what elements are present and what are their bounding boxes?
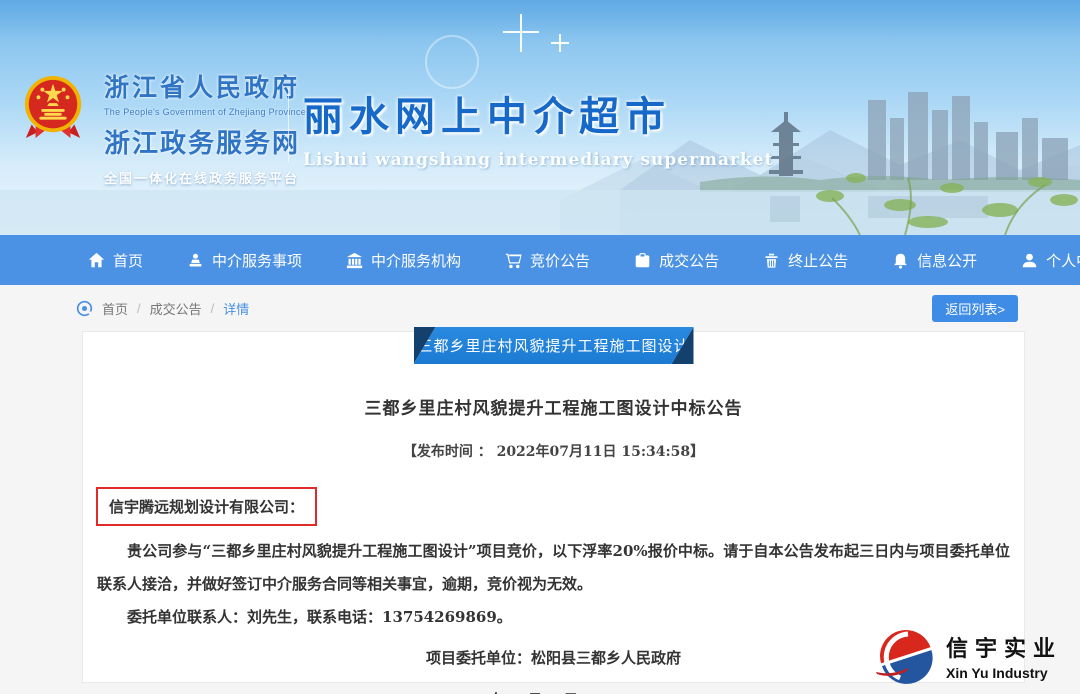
nav-item-deal-notices[interactable]: 成交公告 xyxy=(634,250,719,271)
site-branding: 丽水网上中介超市 Lishui wangshang intermediary s… xyxy=(303,84,773,170)
cart-icon xyxy=(505,253,522,268)
nav-item-service-orgs[interactable]: 中介服务机构 xyxy=(346,250,461,271)
ribbon-label: 三都乡里庄村风貌提升工程施工图设计 xyxy=(414,327,694,364)
gov-title: 浙江省人民政府 xyxy=(104,73,301,102)
back-to-list-button[interactable]: 返回列表> xyxy=(932,295,1018,322)
gov-subtitle-en: The People's Government of Zhejiang Prov… xyxy=(104,107,307,117)
target-icon xyxy=(76,300,93,316)
nav-item-info-disclosure[interactable]: 信息公开 xyxy=(892,250,977,271)
main-nav: 首页 中介服务事项 中介服务机构 竞价公告 成交公告 终止公告 信息公开 个人中… xyxy=(0,235,1080,285)
nav-label: 首页 xyxy=(113,252,144,270)
nav-label: 中介服务机构 xyxy=(371,252,462,270)
xinyu-logo-text: 信宇实业 Xin Yu Industry xyxy=(946,631,1062,681)
project-ribbon: 三都乡里庄村风貌提升工程施工图设计 xyxy=(413,327,694,364)
nav-label: 中介服务事项 xyxy=(212,252,303,270)
service-desk-icon xyxy=(189,253,202,266)
home-icon xyxy=(88,252,105,267)
breadcrumb-section[interactable]: 成交公告 xyxy=(150,299,202,318)
breadcrumb-home[interactable]: 首页 xyxy=(102,299,128,318)
xinyu-watermark: 信宇实业 Xin Yu Industry xyxy=(874,624,1062,688)
gov-branding: 浙江省人民政府 The People's Government of Zheji… xyxy=(104,68,307,187)
nav-item-termination-notices[interactable]: 终止公告 xyxy=(763,250,848,271)
nav-label: 成交公告 xyxy=(659,252,720,270)
xinyu-name-cn: 信宇实业 xyxy=(945,636,1062,661)
site-title: 丽水网上中介超市 xyxy=(303,93,671,140)
announcement-paragraph: 贵公司参与“三都乡里庄村风貌提升工程施工图设计”项目竞价，以下浮率20%报价中标… xyxy=(97,542,1010,593)
nav-label: 竞价公告 xyxy=(530,252,591,270)
nav-item-bidding-notices[interactable]: 竞价公告 xyxy=(505,250,590,271)
nav-item-personal-center[interactable]: 个人中心 xyxy=(1021,250,1080,271)
nav-label: 信息公开 xyxy=(917,252,978,270)
nav-item-service-items[interactable]: 中介服务事项 xyxy=(187,250,302,271)
portal-title: 浙江政务服务网 xyxy=(104,129,301,159)
trash-icon xyxy=(765,253,778,269)
breadcrumb-current: 详情 xyxy=(223,301,250,317)
nav-label: 个人中心 xyxy=(1046,252,1080,270)
nav-item-home[interactable]: 首页 xyxy=(88,250,143,271)
bell-icon xyxy=(894,253,907,269)
breadcrumb-separator: / xyxy=(137,300,141,316)
user-icon xyxy=(1022,253,1037,267)
portal-tagline: 全国一体化在线政务服务平台 xyxy=(104,172,300,187)
recipient-highlight-box: 信宇腾远规划设计有限公司： xyxy=(96,487,318,526)
announcement-title: 三都乡里庄村风貌提升工程施工图设计中标公告 xyxy=(364,399,743,419)
national-emblem-logo xyxy=(24,76,82,138)
xinyu-logo-icon xyxy=(875,630,933,684)
xinyu-name-en: Xin Yu Industry xyxy=(945,665,1048,681)
site-header: 浙江省人民政府 The People's Government of Zheji… xyxy=(0,0,1080,235)
site-subtitle-en: Lishui wangshang intermediary supermarke… xyxy=(303,150,774,170)
clipboard-icon xyxy=(635,252,650,267)
nav-label: 终止公告 xyxy=(788,252,849,270)
breadcrumb-separator: / xyxy=(210,300,215,316)
bank-icon xyxy=(346,252,363,268)
announcement-date: 2022年07月11日 15:34:58 xyxy=(83,689,1024,694)
publish-time: 【发布时间 ： 2022年07月11日 15:34:58】 xyxy=(402,444,705,460)
breadcrumb: 首页 / 成交公告 / 详情 xyxy=(76,299,249,318)
header-divider xyxy=(288,88,289,162)
breadcrumb-row: 首页 / 成交公告 / 详情 返回列表> xyxy=(0,285,1080,331)
